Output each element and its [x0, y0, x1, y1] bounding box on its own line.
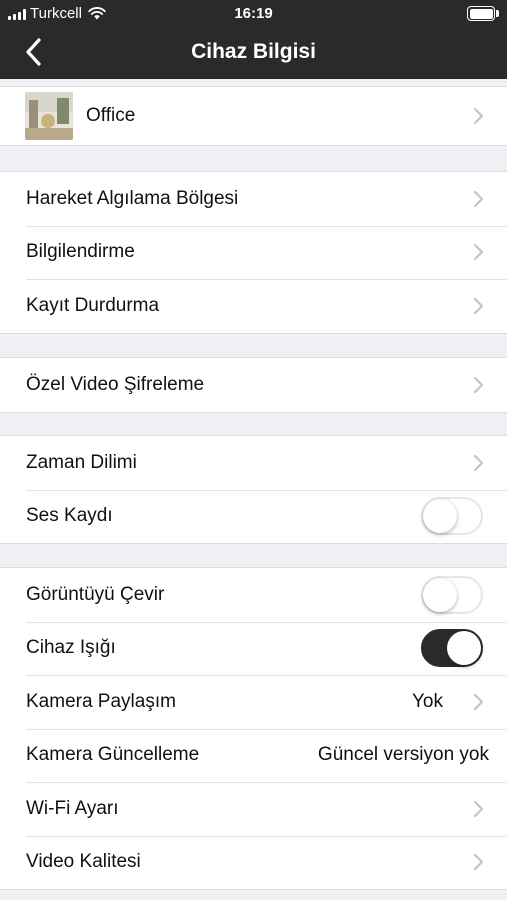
- timezone-label: Zaman Dilimi: [26, 451, 137, 473]
- chevron-right-icon: [473, 244, 484, 261]
- device-thumbnail: [25, 92, 73, 140]
- wifi-settings-row[interactable]: Wi-Fi Ayarı: [0, 782, 507, 836]
- timezone-row[interactable]: Zaman Dilimi: [0, 436, 507, 490]
- flip-image-row: Görüntüyü Çevir: [0, 568, 507, 622]
- recording-stop-label: Kayıt Durdurma: [26, 294, 160, 316]
- status-bar: Turkcell 16:19: [0, 0, 507, 28]
- device-light-row: Cihaz Işığı: [0, 621, 507, 676]
- chevron-right-icon: [473, 454, 484, 471]
- device-row[interactable]: Office: [0, 87, 507, 145]
- camera-share-value: Yok: [412, 690, 443, 712]
- chevron-right-icon: [473, 800, 484, 817]
- device-light-toggle[interactable]: [421, 629, 483, 668]
- chevron-right-icon: [473, 107, 484, 125]
- notification-row[interactable]: Bilgilendirme: [0, 225, 507, 280]
- page-title: Cihaz Bilgisi: [191, 40, 316, 63]
- motion-zone-label: Hareket Algılama Bölgesi: [26, 187, 239, 209]
- video-quality-row[interactable]: Video Kalitesi: [0, 835, 507, 890]
- camera-share-label: Kamera Paylaşım: [26, 690, 176, 712]
- chevron-right-icon: [473, 190, 484, 207]
- video-encryption-row[interactable]: Özel Video Şifreleme: [0, 358, 507, 412]
- chevron-right-icon: [473, 854, 484, 871]
- device-name: Office: [86, 105, 136, 126]
- navigation-header: Turkcell 16:19 Cihaz Bilgisi: [0, 0, 507, 79]
- camera-update-row[interactable]: Kamera Güncelleme Güncel versiyon yok: [0, 728, 507, 783]
- camera-share-row[interactable]: Kamera Paylaşım Yok: [0, 675, 507, 729]
- flip-image-toggle[interactable]: [421, 575, 483, 614]
- audio-recording-row: Ses Kaydı: [0, 489, 507, 544]
- video-quality-label: Video Kalitesi: [26, 851, 141, 873]
- motion-zone-row[interactable]: Hareket Algılama Bölgesi: [0, 172, 507, 226]
- device-group: Office: [0, 86, 507, 146]
- video-encryption-label: Özel Video Şifreleme: [26, 373, 205, 395]
- camera-update-value: Güncel versiyon yok: [317, 744, 489, 766]
- chevron-right-icon: [473, 693, 484, 710]
- audio-recording-toggle[interactable]: [421, 497, 483, 536]
- audio-recording-label: Ses Kaydı: [26, 505, 113, 527]
- chevron-right-icon: [473, 297, 484, 314]
- status-time: 16:19: [234, 5, 273, 22]
- battery-icon: [467, 6, 499, 21]
- wifi-settings-label: Wi-Fi Ayarı: [26, 797, 119, 819]
- device-light-label: Cihaz Işığı: [26, 637, 116, 659]
- recording-stop-row[interactable]: Kayıt Durdurma: [0, 279, 507, 333]
- camera-settings-group: Görüntüyü Çevir Cihaz Işığı Kamera Payla…: [0, 567, 507, 890]
- chevron-right-icon: [473, 376, 484, 393]
- detection-group: Hareket Algılama Bölgesi Bilgilendirme K…: [0, 171, 507, 334]
- camera-update-label: Kamera Güncelleme: [26, 744, 200, 766]
- time-audio-group: Zaman Dilimi Ses Kaydı: [0, 435, 507, 544]
- flip-image-label: Görüntüyü Çevir: [26, 583, 165, 605]
- encryption-group: Özel Video Şifreleme: [0, 357, 507, 413]
- notification-label: Bilgilendirme: [26, 241, 135, 263]
